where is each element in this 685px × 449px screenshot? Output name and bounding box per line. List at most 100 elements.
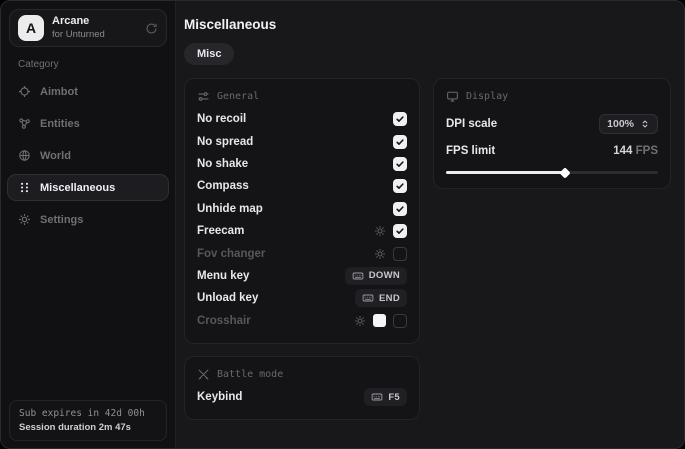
checkbox-checked[interactable] <box>393 135 407 149</box>
sidebar: A Arcane for Unturned Category Aimbot <box>1 1 176 448</box>
sidebar-item-label: Settings <box>40 214 83 226</box>
general-panel-title: General <box>217 91 259 102</box>
setting-label: Freecam <box>197 225 244 237</box>
checkbox-unchecked[interactable] <box>393 247 407 261</box>
setting-row-no-spread: No spread <box>197 130 407 152</box>
sidebar-item-world[interactable]: World <box>7 142 169 169</box>
category-label: Category <box>18 59 175 70</box>
checkbox-unchecked[interactable] <box>393 314 407 328</box>
dpi-scale-value: 100% <box>607 118 634 130</box>
slider-thumb[interactable] <box>559 167 570 178</box>
page-title: Miscellaneous <box>184 17 671 32</box>
session-duration-text: Session duration 2m 47s <box>19 422 157 433</box>
sidebar-item-label: World <box>40 150 71 162</box>
fps-limit-slider[interactable] <box>446 167 658 177</box>
battle-mode-panel-header: Battle mode <box>197 368 407 381</box>
app-logo: A <box>18 15 44 41</box>
brand-card: A Arcane for Unturned <box>9 9 167 47</box>
setting-row-unload-key: Unload key END <box>197 287 407 309</box>
sidebar-item-label: Aimbot <box>40 86 78 98</box>
setting-label: Fov changer <box>197 248 265 260</box>
sidebar-item-label: Miscellaneous <box>40 182 115 194</box>
grid-dots-icon <box>18 181 31 194</box>
subscription-status-card: Sub expires in 42d 00h Session duration … <box>9 400 167 441</box>
setting-label: No recoil <box>197 113 246 125</box>
checkbox-checked[interactable] <box>393 157 407 171</box>
setting-row-unhide-map: Unhide map <box>197 198 407 220</box>
general-panel-header: General <box>197 90 407 103</box>
tab-misc[interactable]: Misc <box>184 43 234 65</box>
fps-slider-fill <box>446 171 565 174</box>
checkbox-checked[interactable] <box>393 224 407 238</box>
main-content: Miscellaneous Misc General No recoil <box>176 1 685 448</box>
keybind-button[interactable]: F5 <box>364 388 407 406</box>
setting-label: Menu key <box>197 270 249 282</box>
keybind-button[interactable]: END <box>355 289 407 307</box>
sliders-icon <box>197 90 210 103</box>
setting-label: No shake <box>197 158 248 170</box>
setting-row-freecam: Freecam <box>197 220 407 242</box>
key-label: F5 <box>388 392 400 403</box>
fps-limit-value: 144 FPS <box>613 145 658 157</box>
battle-rows: Keybind F5 <box>197 386 407 408</box>
setting-label: Crosshair <box>197 315 251 327</box>
app-subtitle: for Unturned <box>52 29 105 41</box>
setting-row-fov-changer: Fov changer <box>197 242 407 264</box>
fps-limit-label: FPS limit <box>446 145 495 157</box>
left-column: General No recoil No spread No shake <box>184 78 420 420</box>
right-column: Display DPI scale 100% FPS limit 144 FPS <box>433 78 671 189</box>
chevron-up-down-icon <box>640 119 650 129</box>
sidebar-item-settings[interactable]: Settings <box>7 206 169 233</box>
app-window: A Arcane for Unturned Category Aimbot <box>0 0 685 449</box>
setting-row-no-shake: No shake <box>197 153 407 175</box>
general-rows: No recoil No spread No shake Com <box>197 108 407 332</box>
sub-expires-text: Sub expires in 42d 00h <box>19 408 157 419</box>
setting-row-no-recoil: No recoil <box>197 108 407 130</box>
gear-icon[interactable] <box>374 225 386 237</box>
sidebar-item-aimbot[interactable]: Aimbot <box>7 78 169 105</box>
setting-row-menu-key: Menu key DOWN <box>197 265 407 287</box>
setting-label: Unhide map <box>197 203 263 215</box>
gear-icon <box>18 213 31 226</box>
key-label: END <box>379 293 400 304</box>
dpi-scale-select[interactable]: 100% <box>599 114 658 134</box>
brand-text: Arcane for Unturned <box>52 15 105 41</box>
display-panel-title: Display <box>466 91 508 102</box>
gear-icon[interactable] <box>354 315 366 327</box>
keybind-button[interactable]: DOWN <box>345 267 407 285</box>
entities-icon <box>18 117 31 130</box>
general-panel: General No recoil No spread No shake <box>184 78 420 344</box>
globe-icon <box>18 149 31 162</box>
sidebar-item-entities[interactable]: Entities <box>7 110 169 137</box>
sidebar-item-label: Entities <box>40 118 80 130</box>
keyboard-icon <box>362 292 374 304</box>
key-label: DOWN <box>369 270 400 281</box>
setting-label: Keybind <box>197 391 242 403</box>
setting-label: Unload key <box>197 292 258 304</box>
checkbox-checked[interactable] <box>393 179 407 193</box>
checkbox-checked[interactable] <box>393 202 407 216</box>
monitor-icon <box>446 90 459 103</box>
setting-row-crosshair: Crosshair <box>197 310 407 332</box>
dpi-scale-row: DPI scale 100% <box>446 114 658 134</box>
setting-row-compass: Compass <box>197 175 407 197</box>
setting-label: Compass <box>197 180 249 192</box>
battle-mode-panel: Battle mode Keybind F5 <box>184 356 420 420</box>
dpi-scale-label: DPI scale <box>446 118 497 130</box>
checkbox-checked[interactable] <box>393 112 407 126</box>
crosshair-icon <box>18 85 31 98</box>
battle-mode-panel-title: Battle mode <box>217 369 283 380</box>
setting-label: No spread <box>197 136 253 148</box>
setting-row-keybind: Keybind F5 <box>197 386 407 408</box>
refresh-icon[interactable] <box>145 22 158 35</box>
app-name: Arcane <box>52 15 105 29</box>
display-panel: Display DPI scale 100% FPS limit 144 FPS <box>433 78 671 189</box>
sidebar-item-miscellaneous[interactable]: Miscellaneous <box>7 174 169 201</box>
panel-columns: General No recoil No spread No shake <box>184 78 671 420</box>
gear-icon[interactable] <box>374 248 386 260</box>
keyboard-icon <box>352 270 364 282</box>
fps-unit: FPS <box>632 145 658 157</box>
swords-icon <box>197 368 210 381</box>
display-panel-header: Display <box>446 90 658 103</box>
color-swatch[interactable] <box>373 314 386 327</box>
